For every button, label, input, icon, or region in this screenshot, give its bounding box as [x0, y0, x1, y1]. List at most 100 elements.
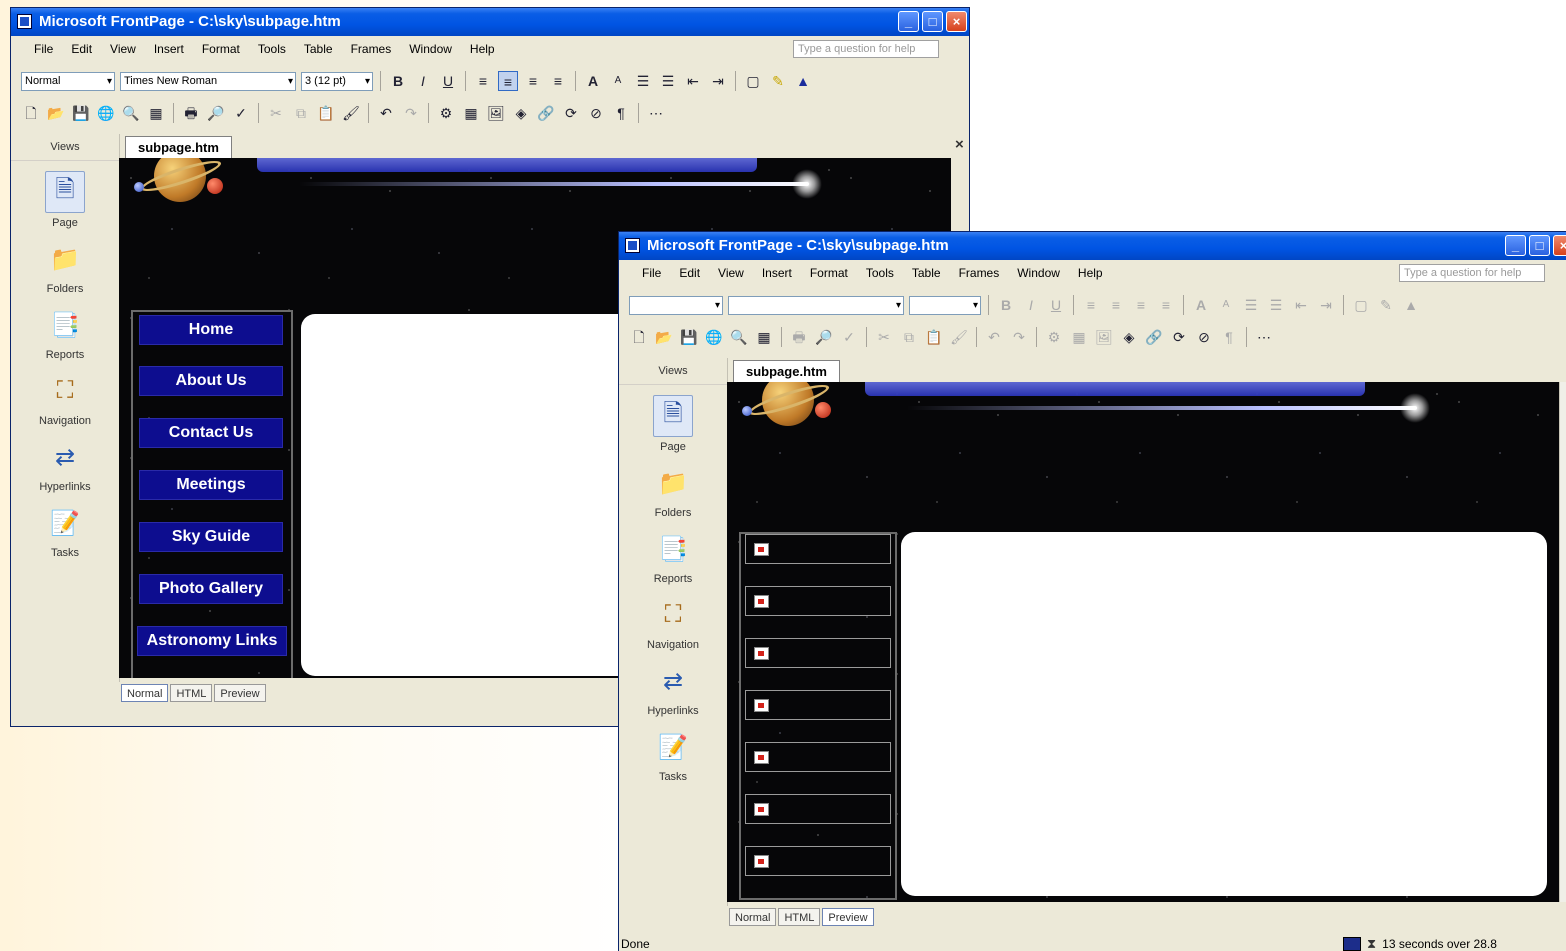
insert-table-icon[interactable]: ▦: [1069, 327, 1089, 347]
tab-preview[interactable]: Preview: [214, 684, 266, 702]
menu-table[interactable]: Table: [295, 42, 342, 56]
document-tab[interactable]: subpage.htm: [125, 136, 232, 158]
drawing-icon[interactable]: ◈: [1119, 327, 1139, 347]
show-all-icon[interactable]: ¶: [1219, 327, 1239, 347]
print-icon[interactable]: 🖶: [181, 103, 201, 123]
open-icon[interactable]: 📂: [46, 103, 66, 123]
menu-format[interactable]: Format: [801, 266, 857, 280]
view-navigation[interactable]: ⛶ Navigation: [11, 371, 119, 427]
web-component-icon[interactable]: ⚙: [1044, 327, 1064, 347]
menu-edit[interactable]: Edit: [670, 266, 709, 280]
picture-icon[interactable]: 🖼: [486, 103, 506, 123]
show-all-icon[interactable]: ¶: [611, 103, 631, 123]
justify-icon[interactable]: ≡: [548, 71, 568, 91]
highlight-icon[interactable]: ✎: [1376, 295, 1396, 315]
table-icon[interactable]: ▦: [146, 103, 166, 123]
menu-frames[interactable]: Frames: [342, 42, 401, 56]
bullets-icon[interactable]: ☰: [658, 71, 678, 91]
format-painter-icon[interactable]: 🖌: [341, 103, 361, 123]
view-reports[interactable]: 📑 Reports: [11, 305, 119, 362]
bullets-icon[interactable]: ☰: [1266, 295, 1286, 315]
cut-icon[interactable]: ✂: [874, 327, 894, 347]
paste-icon[interactable]: 📋: [924, 327, 944, 347]
nav-button-placeholder[interactable]: [745, 742, 891, 772]
toolbar-options-icon[interactable]: ⋯: [646, 103, 666, 123]
close-document-icon[interactable]: ×: [955, 136, 964, 153]
nav-button-about-us[interactable]: About Us: [139, 366, 283, 396]
style-dropdown[interactable]: [629, 295, 723, 315]
tab-normal[interactable]: Normal: [121, 684, 169, 702]
spelling-icon[interactable]: ✓: [231, 103, 251, 123]
nav-button-placeholder[interactable]: [745, 534, 891, 564]
undo-icon[interactable]: ↶: [984, 327, 1004, 347]
font-color-icon[interactable]: ▲: [793, 71, 813, 91]
save-icon[interactable]: 💾: [71, 103, 91, 123]
menu-insert[interactable]: Insert: [753, 266, 801, 280]
menu-view[interactable]: View: [709, 266, 753, 280]
new-icon[interactable]: 🗋: [629, 327, 649, 347]
drawing-icon[interactable]: ◈: [511, 103, 531, 123]
publish-icon[interactable]: 🌐: [704, 327, 724, 347]
undo-icon[interactable]: ↶: [376, 103, 396, 123]
font-size-dropdown[interactable]: [909, 295, 981, 315]
bold-icon[interactable]: B: [996, 295, 1016, 315]
menu-window[interactable]: Window: [400, 42, 461, 56]
nav-button-meetings[interactable]: Meetings: [139, 470, 283, 500]
help-question-box[interactable]: Type a question for help: [793, 40, 939, 58]
menu-file[interactable]: File: [633, 266, 670, 280]
menu-help[interactable]: Help: [1069, 266, 1112, 280]
tab-preview[interactable]: Preview: [822, 908, 874, 926]
content-area[interactable]: [901, 532, 1547, 896]
tab-html[interactable]: HTML: [778, 908, 821, 926]
tab-html[interactable]: HTML: [170, 684, 213, 702]
view-page[interactable]: 🗎 Page: [619, 395, 727, 453]
menu-window[interactable]: Window: [1008, 266, 1069, 280]
title-bar[interactable]: Microsoft FrontPage - C:\sky\subpage.htm…: [11, 8, 969, 36]
print-preview-icon[interactable]: 🔎: [206, 103, 226, 123]
view-folders[interactable]: 📁 Folders: [619, 463, 727, 520]
view-folders[interactable]: 📁 Folders: [11, 239, 119, 296]
refresh-icon[interactable]: ⟳: [1169, 327, 1189, 347]
spelling-icon[interactable]: ✓: [839, 327, 859, 347]
document-tab[interactable]: subpage.htm: [733, 360, 840, 382]
nav-button-placeholder[interactable]: [745, 794, 891, 824]
print-icon[interactable]: 🖶: [789, 327, 809, 347]
minimize-button[interactable]: _: [1505, 235, 1526, 256]
redo-icon[interactable]: ↷: [401, 103, 421, 123]
refresh-icon[interactable]: ⟳: [561, 103, 581, 123]
nav-button-placeholder[interactable]: [745, 690, 891, 720]
numbering-icon[interactable]: ☰: [633, 71, 653, 91]
maximize-button[interactable]: □: [1529, 235, 1550, 256]
font-dropdown[interactable]: [728, 295, 904, 315]
increase-indent-icon[interactable]: ⇥: [708, 71, 728, 91]
view-tasks[interactable]: 📝 Tasks: [619, 727, 727, 784]
view-hyperlinks[interactable]: ⇄ Hyperlinks: [11, 437, 119, 494]
cut-icon[interactable]: ✂: [266, 103, 286, 123]
nav-button-placeholder[interactable]: [745, 586, 891, 616]
align-left-icon[interactable]: ≡: [1081, 295, 1101, 315]
title-bar[interactable]: Microsoft FrontPage - C:\sky\subpage.htm…: [619, 232, 1566, 260]
increase-indent-icon[interactable]: ⇥: [1316, 295, 1336, 315]
style-dropdown[interactable]: Normal: [21, 71, 115, 91]
menu-tools[interactable]: Tools: [857, 266, 903, 280]
highlight-icon[interactable]: ✎: [768, 71, 788, 91]
nav-button-placeholder[interactable]: [745, 638, 891, 668]
underline-icon[interactable]: U: [1046, 295, 1066, 315]
minimize-button[interactable]: _: [898, 11, 919, 32]
decrease-font-icon[interactable]: A: [608, 71, 628, 91]
picture-icon[interactable]: 🖼: [1094, 327, 1114, 347]
decrease-indent-icon[interactable]: ⇤: [1291, 295, 1311, 315]
hyperlink-icon[interactable]: 🔗: [1144, 327, 1164, 347]
help-question-box[interactable]: Type a question for help: [1399, 264, 1545, 282]
format-painter-icon[interactable]: 🖌: [949, 327, 969, 347]
menu-insert[interactable]: Insert: [145, 42, 193, 56]
hyperlink-icon[interactable]: 🔗: [536, 103, 556, 123]
copy-icon[interactable]: ⧉: [899, 327, 919, 347]
menu-frames[interactable]: Frames: [950, 266, 1009, 280]
table-icon[interactable]: ▦: [754, 327, 774, 347]
font-size-dropdown[interactable]: 3 (12 pt): [301, 71, 373, 91]
nav-button-home[interactable]: Home: [139, 315, 283, 345]
italic-icon[interactable]: I: [413, 71, 433, 91]
menu-help[interactable]: Help: [461, 42, 504, 56]
menu-format[interactable]: Format: [193, 42, 249, 56]
